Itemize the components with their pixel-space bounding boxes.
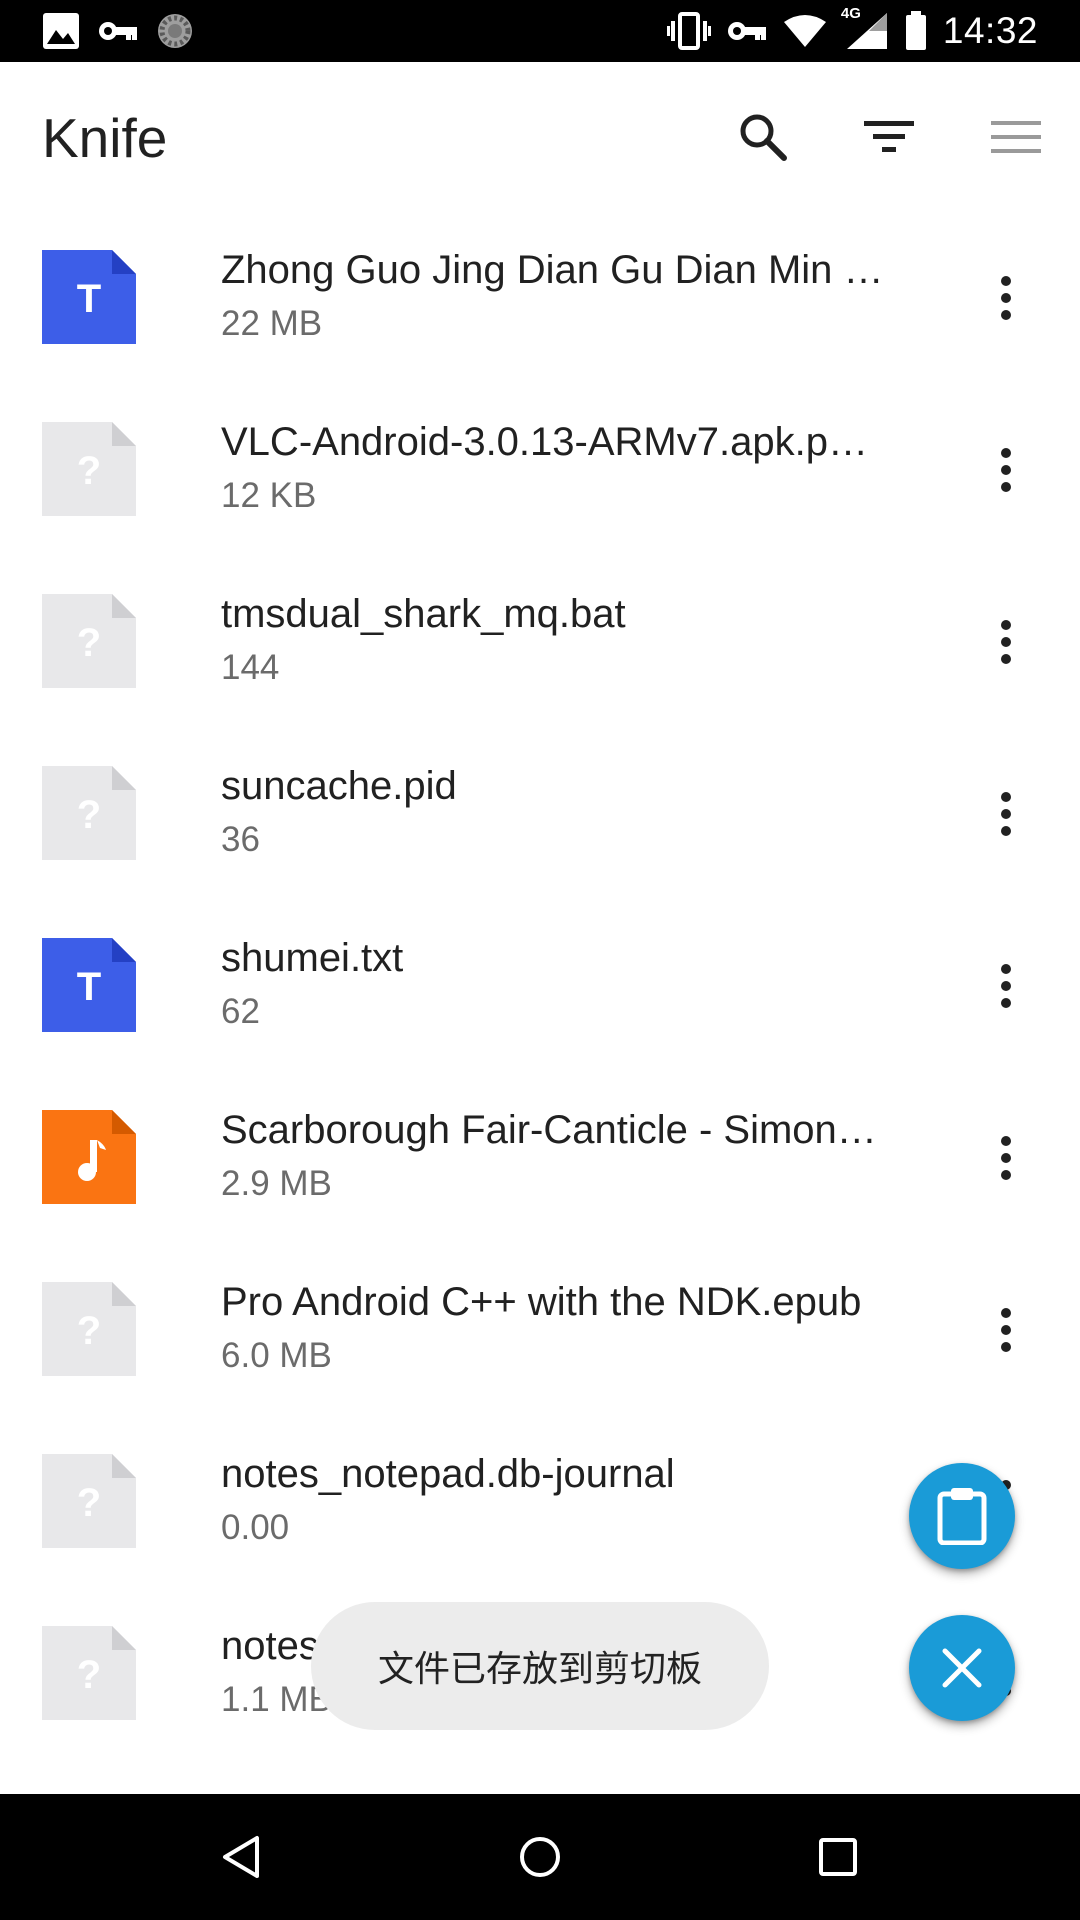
wifi-icon bbox=[783, 15, 826, 47]
file-name: VLC-Android-3.0.13-ARMv7.apk.p… bbox=[221, 420, 868, 464]
svg-text:?: ? bbox=[77, 621, 101, 665]
file-item[interactable]: ? tmsdual_shark_mq.bat 144 bbox=[0, 556, 1080, 728]
app-title: Knife bbox=[42, 107, 168, 169]
more-options-button[interactable] bbox=[966, 946, 1046, 1026]
filter-button[interactable] bbox=[849, 97, 929, 177]
music-file-icon bbox=[42, 1110, 136, 1204]
file-size: 2.9 MB bbox=[221, 1164, 332, 1203]
file-size: 144 bbox=[221, 648, 280, 687]
file-name: notes_notepad.db-journal bbox=[221, 1452, 675, 1496]
more-options-button[interactable] bbox=[966, 774, 1046, 854]
more-options-button[interactable] bbox=[966, 1118, 1046, 1198]
svg-text:?: ? bbox=[77, 793, 101, 837]
clipboard-icon bbox=[937, 1488, 987, 1545]
status-time: 14:32 bbox=[942, 10, 1038, 51]
status-bar: 4G 14:32 bbox=[0, 0, 1080, 62]
svg-text:?: ? bbox=[77, 1309, 101, 1353]
back-icon bbox=[223, 1836, 259, 1878]
more-vert-icon bbox=[1001, 448, 1011, 492]
recents-icon bbox=[819, 1838, 857, 1876]
file-item[interactable]: T shumei.txt 62 bbox=[0, 900, 1080, 1072]
recents-button[interactable] bbox=[803, 1822, 873, 1892]
more-vert-icon bbox=[1001, 1308, 1011, 1352]
svg-text:?: ? bbox=[77, 449, 101, 493]
more-options-button[interactable] bbox=[966, 258, 1046, 338]
more-vert-icon bbox=[1001, 1136, 1011, 1180]
file-size: 22 MB bbox=[221, 304, 323, 343]
battery-icon bbox=[905, 11, 926, 50]
network-type-label: 4G bbox=[840, 5, 861, 22]
file-size: 36 bbox=[221, 820, 260, 859]
file-size: 12 KB bbox=[221, 476, 317, 515]
menu-icon bbox=[991, 121, 1041, 153]
svg-text:?: ? bbox=[77, 1653, 101, 1697]
file-item[interactable]: T Zhong Guo Jing Dian Gu Dian Min … 22 M… bbox=[0, 212, 1080, 384]
file-item[interactable]: ? suncache.pid 36 bbox=[0, 728, 1080, 900]
key-icon bbox=[99, 22, 137, 40]
file-name: suncache.pid bbox=[221, 764, 457, 808]
vpn-key-icon bbox=[727, 22, 766, 40]
filter-icon bbox=[864, 121, 914, 152]
file-item[interactable]: ? VLC-Android-3.0.13-ARMv7.apk.p… 12 KB bbox=[0, 384, 1080, 556]
image-icon bbox=[43, 13, 79, 49]
cancel-fab[interactable] bbox=[909, 1615, 1015, 1721]
unknown-file-icon: ? bbox=[42, 1454, 136, 1548]
navigation-bar bbox=[0, 1794, 1080, 1920]
unknown-file-icon: ? bbox=[42, 594, 136, 688]
more-vert-icon bbox=[1001, 792, 1011, 836]
sync-icon bbox=[158, 14, 192, 48]
home-button[interactable] bbox=[505, 1822, 575, 1892]
unknown-file-icon: ? bbox=[42, 422, 136, 516]
file-size: 62 bbox=[221, 992, 260, 1031]
more-vert-icon bbox=[1001, 620, 1011, 664]
file-name: shumei.txt bbox=[221, 936, 404, 980]
svg-text:?: ? bbox=[77, 1481, 101, 1525]
overflow-menu-button[interactable] bbox=[976, 97, 1056, 177]
status-left-icons bbox=[42, 12, 194, 50]
svg-text:T: T bbox=[77, 277, 101, 321]
screen: 4G 14:32 Knife T Zhong Guo Jing Dian Gu … bbox=[0, 0, 1080, 1920]
app-bar: Knife bbox=[0, 62, 1080, 212]
text-file-icon: T bbox=[42, 938, 136, 1032]
unknown-file-icon: ? bbox=[42, 1626, 136, 1720]
file-name: Pro Android C++ with the NDK.epub bbox=[221, 1280, 862, 1324]
toast-message: 文件已存放到剪切板 bbox=[311, 1602, 769, 1730]
file-name: Zhong Guo Jing Dian Gu Dian Min … bbox=[221, 248, 884, 292]
file-item[interactable]: Scarborough Fair-Canticle - Simon… 2.9 M… bbox=[0, 1072, 1080, 1244]
close-icon bbox=[942, 1648, 982, 1688]
status-right-icons: 4G 14:32 bbox=[666, 5, 1038, 54]
file-size: 0.00 bbox=[221, 1508, 290, 1547]
more-vert-icon bbox=[1001, 276, 1011, 320]
more-options-button[interactable] bbox=[966, 602, 1046, 682]
vibrate-icon bbox=[666, 12, 711, 50]
more-options-button[interactable] bbox=[966, 430, 1046, 510]
file-name: tmsdual_shark_mq.bat bbox=[221, 592, 626, 636]
back-button[interactable] bbox=[206, 1822, 276, 1892]
signal-icon: 4G bbox=[841, 5, 889, 51]
home-icon bbox=[520, 1837, 560, 1877]
text-file-icon: T bbox=[42, 250, 136, 344]
more-vert-icon bbox=[1001, 964, 1011, 1008]
search-icon bbox=[740, 114, 787, 161]
paste-fab[interactable] bbox=[909, 1463, 1015, 1569]
unknown-file-icon: ? bbox=[42, 1282, 136, 1376]
more-options-button[interactable] bbox=[966, 1290, 1046, 1370]
file-name: Scarborough Fair-Canticle - Simon… bbox=[221, 1108, 877, 1152]
search-button[interactable] bbox=[723, 97, 803, 177]
file-item[interactable]: ? Pro Android C++ with the NDK.epub 6.0 … bbox=[0, 1244, 1080, 1416]
file-size: 6.0 MB bbox=[221, 1336, 332, 1375]
svg-text:T: T bbox=[77, 965, 101, 1009]
unknown-file-icon: ? bbox=[42, 766, 136, 860]
